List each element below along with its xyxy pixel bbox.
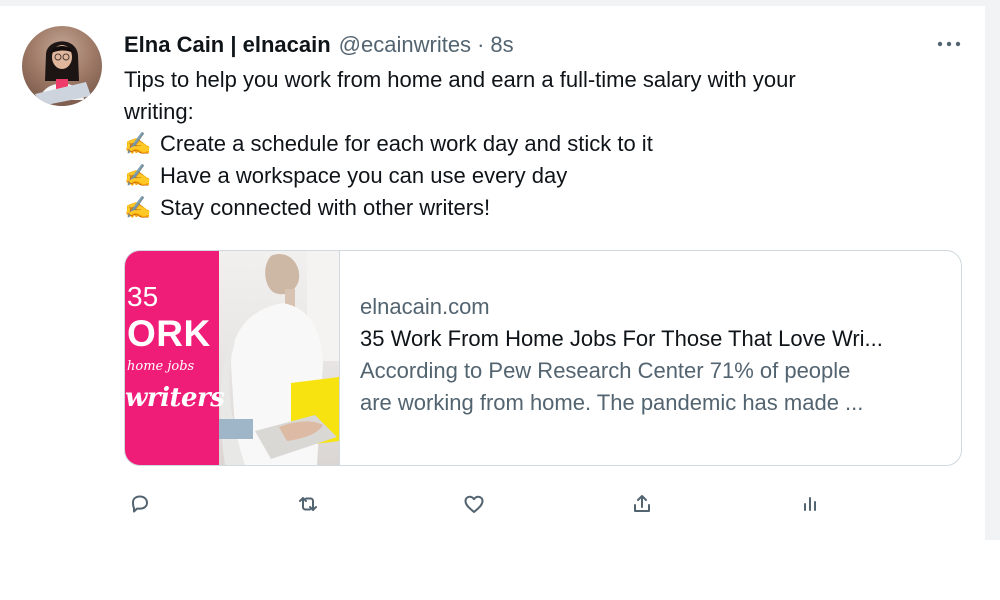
heart-icon <box>464 495 484 513</box>
tweet-actions <box>124 488 924 520</box>
thumbnail-number: 35 <box>127 281 159 312</box>
bullet-item: ✍️ Create a schedule for each work day an… <box>124 128 924 160</box>
card-description: According to Pew Research Center 71% of … <box>360 355 945 419</box>
reply-button[interactable] <box>124 488 156 520</box>
retweet-button[interactable] <box>292 488 324 520</box>
writing-hand-icon: ✍️ <box>124 195 152 220</box>
card-description-line: According to Pew Research Center 71% of … <box>360 358 851 383</box>
card-description-line: are working from home. The pandemic has … <box>360 390 864 415</box>
author-handle[interactable]: @ecainwrites <box>339 32 471 58</box>
bullet-item: ✍️ Stay connected with other writers! <box>124 192 924 224</box>
card-title[interactable]: 35 Work From Home Jobs For Those That Lo… <box>360 323 945 355</box>
share-icon <box>634 495 650 512</box>
right-divider <box>985 0 1000 540</box>
thumbnail-subtitle: home jobs <box>127 359 195 374</box>
analytics-button[interactable] <box>794 488 826 520</box>
bullet-item: ✍️ Have a workspace you can use every day <box>124 160 924 192</box>
timestamp[interactable]: 8s <box>490 32 513 58</box>
separator-dot: · <box>477 32 485 57</box>
tweet-header: Elna Cain | elnacain @ecainwrites · 8s <box>124 30 514 60</box>
card-text: elnacain.com 35 Work From Home Jobs For … <box>360 291 945 419</box>
thumbnail-photo <box>219 251 339 465</box>
retweet-icon <box>299 497 317 511</box>
link-preview-card[interactable]: 35 ORK home jobs writers elnacain.com 35… <box>124 250 962 466</box>
more-options-button[interactable] <box>934 34 964 54</box>
tweet-text: Tips to help you work from home and earn… <box>124 64 924 224</box>
like-button[interactable] <box>458 488 490 520</box>
thumbnail-woman-illustration <box>219 251 339 465</box>
analytics-icon <box>804 497 816 511</box>
bottom-whitespace <box>0 540 1000 600</box>
card-thumbnail: 35 ORK home jobs writers <box>125 251 340 465</box>
writing-hand-icon: ✍️ <box>124 131 152 156</box>
share-button[interactable] <box>626 488 658 520</box>
bullet-text: Create a schedule for each work day and … <box>160 131 653 156</box>
tweet-text-line: Tips to help you work from home and earn… <box>124 67 796 92</box>
avatar[interactable] <box>22 26 102 106</box>
more-options-icon <box>937 41 961 47</box>
bullet-text: Stay connected with other writers! <box>160 195 491 220</box>
bullet-text: Have a workspace you can use every day <box>160 163 568 188</box>
thumbnail-script-word: writers <box>125 383 225 413</box>
writing-hand-icon: ✍️ <box>124 163 152 188</box>
top-divider <box>0 0 1000 6</box>
reply-icon <box>132 495 148 513</box>
avatar-image <box>35 41 91 106</box>
author-name[interactable]: Elna Cain | elnacain <box>124 32 331 58</box>
card-domain[interactable]: elnacain.com <box>360 291 945 323</box>
thumbnail-word: ORK <box>127 313 211 354</box>
tweet-text-line: writing: <box>124 99 194 124</box>
